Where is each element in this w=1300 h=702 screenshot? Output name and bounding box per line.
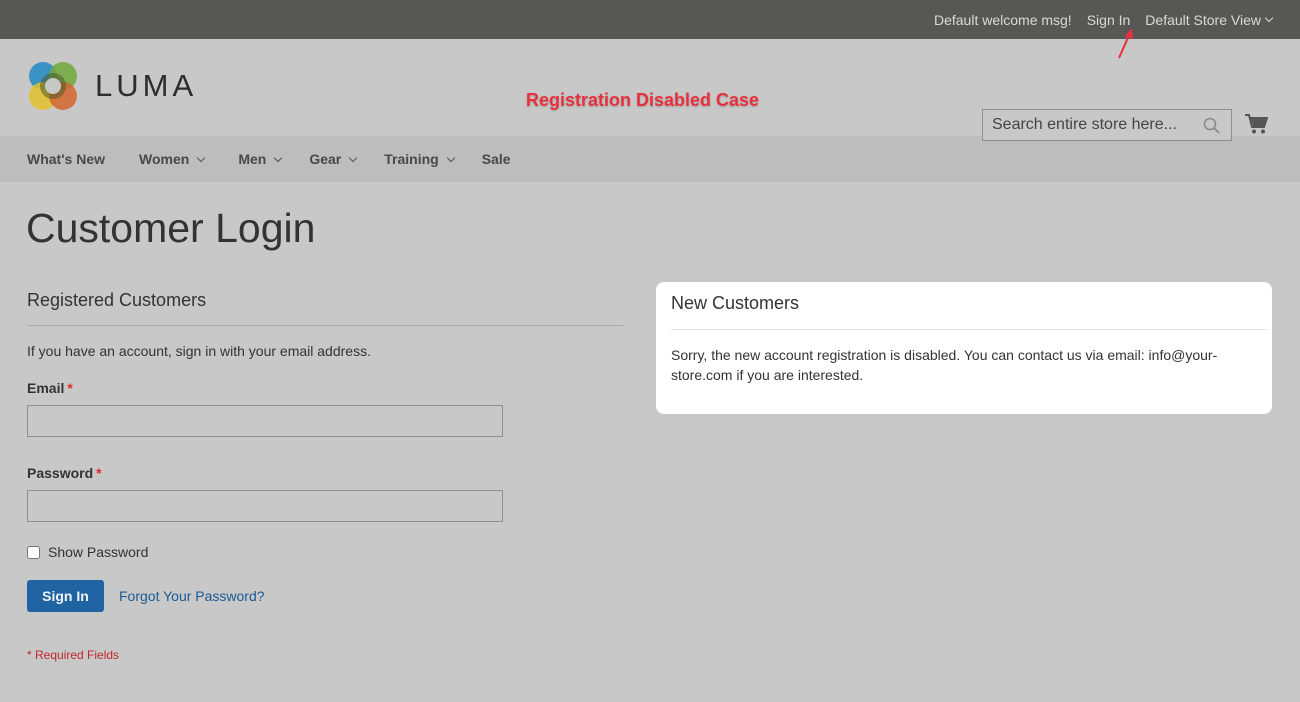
chevron-down-icon: [1264, 13, 1274, 22]
top-bar: Default welcome msg! Sign In Default Sto…: [0, 0, 1300, 39]
nav-item-men[interactable]: Men: [238, 151, 283, 167]
logo[interactable]: LUMA: [27, 60, 197, 112]
nav-label: What's New: [27, 151, 106, 167]
luma-logo-icon: [29, 62, 77, 110]
new-customers-title: New Customers: [671, 293, 1267, 330]
nav-label: Training: [384, 151, 439, 167]
password-label: Password *: [27, 465, 623, 481]
nav-label: Sale: [481, 151, 511, 167]
search-icon[interactable]: [1203, 117, 1221, 135]
forgot-password-link[interactable]: Forgot Your Password?: [119, 588, 265, 604]
required-asterisk: *: [67, 380, 73, 396]
welcome-message: Default welcome msg!: [933, 11, 1072, 28]
sign-in-button[interactable]: Sign In: [27, 580, 104, 612]
header: LUMA Registration Disabled Case: [0, 39, 1300, 141]
email-label-text: Email: [27, 380, 65, 396]
nav-label: Men: [238, 151, 267, 167]
login-intro-text: If you have an account, sign in with you…: [27, 343, 371, 359]
required-fields-note: * Required Fields: [27, 648, 120, 662]
nav-item-women[interactable]: Women: [139, 151, 206, 167]
registered-customers-block: Registered Customers If you have an acco…: [27, 290, 623, 662]
search-input[interactable]: [992, 116, 1192, 134]
nav-item-whats-new[interactable]: What's New: [27, 151, 105, 167]
chevron-down-icon: [274, 153, 283, 162]
annotation-label: Registration Disabled Case: [526, 90, 760, 110]
nav-item-training[interactable]: Training: [384, 151, 455, 167]
cart-icon[interactable]: [1244, 113, 1268, 135]
password-field[interactable]: [27, 490, 503, 522]
nav-label: Women: [139, 151, 190, 167]
chevron-down-icon: [446, 153, 455, 162]
nav-item-gear[interactable]: Gear: [309, 151, 358, 167]
header-sign-in-link[interactable]: Sign In: [1087, 12, 1131, 28]
email-field[interactable]: [27, 405, 503, 437]
required-asterisk: *: [96, 465, 102, 481]
show-password-label: Show Password: [48, 544, 149, 560]
chevron-down-icon: [349, 153, 358, 162]
registration-disabled-message: Sorry, the new account registration is d…: [671, 347, 1218, 383]
nav-label: Gear: [309, 151, 342, 167]
nav-item-sale[interactable]: Sale: [482, 151, 511, 167]
page-title: Customer Login: [26, 205, 316, 251]
store-view-label: Default Store View: [1145, 11, 1261, 28]
registered-customers-title: Registered Customers: [27, 290, 623, 326]
show-password-option[interactable]: Show Password: [27, 544, 623, 560]
logo-text: LUMA: [95, 68, 198, 103]
store-view-switcher[interactable]: Default Store View: [1145, 11, 1274, 28]
main-navigation: What's New Women Men Gear Training Sale: [0, 136, 1300, 182]
chevron-down-icon: [197, 153, 206, 162]
email-label: Email *: [27, 380, 623, 396]
password-label-text: Password: [27, 465, 94, 481]
search-box: [982, 109, 1232, 141]
show-password-checkbox[interactable]: [27, 545, 40, 559]
login-actions: Sign In Forgot Your Password?: [27, 580, 623, 612]
new-customers-block: New Customers Sorry, the new account reg…: [656, 282, 1272, 414]
